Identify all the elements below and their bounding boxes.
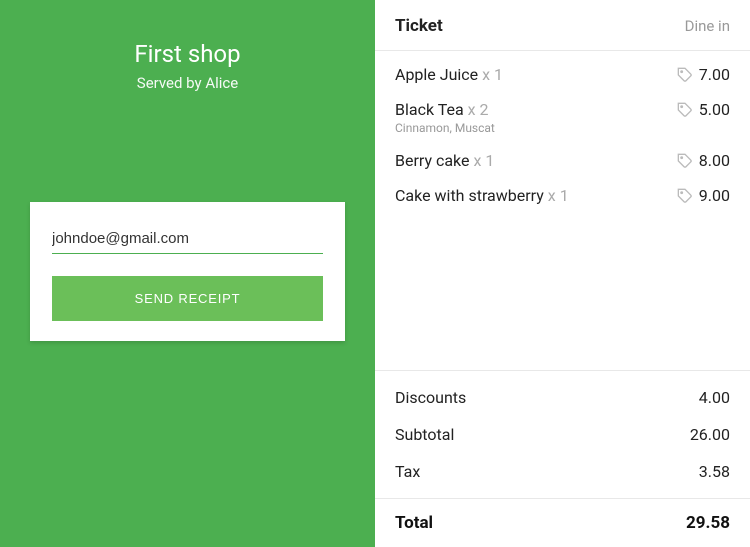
order-type: Dine in <box>685 17 730 35</box>
tax-row: Tax 3.58 <box>375 453 750 490</box>
item-name: Berry cake <box>395 151 470 170</box>
item-qty: x 1 <box>548 186 569 205</box>
receipt-panel: First shop Served by Alice SEND RECEIPT <box>0 0 375 547</box>
item-qty: x 1 <box>482 65 503 84</box>
item-qty: x 2 <box>468 100 489 119</box>
email-card: SEND RECEIPT <box>30 202 345 341</box>
item-left: Apple Juice x 1 <box>395 65 677 84</box>
item-modifiers: Cinnamon, Muscat <box>395 121 677 135</box>
send-receipt-button[interactable]: SEND RECEIPT <box>52 276 323 321</box>
total-value: 29.58 <box>686 513 730 533</box>
ticket-item[interactable]: Black Tea x 2 Cinnamon, Muscat 5.00 <box>375 92 750 143</box>
item-right: 5.00 <box>677 100 730 119</box>
item-name: Black Tea <box>395 100 464 119</box>
ticket-summary: Discounts 4.00 Subtotal 26.00 Tax 3.58 <box>375 370 750 498</box>
ticket-item[interactable]: Berry cake x 1 8.00 <box>375 143 750 178</box>
tag-icon <box>677 67 693 83</box>
tag-icon <box>677 102 693 118</box>
item-price: 5.00 <box>699 100 730 119</box>
total-label: Total <box>395 513 433 533</box>
subtotal-label: Subtotal <box>395 425 454 444</box>
item-price: 9.00 <box>699 186 730 205</box>
tag-icon <box>677 188 693 204</box>
ticket-panel: Ticket Dine in Apple Juice x 1 7.00 Black … <box>375 0 750 547</box>
item-left: Cake with strawberry x 1 <box>395 186 677 205</box>
tax-value: 3.58 <box>699 462 730 481</box>
ticket-header: Ticket Dine in <box>375 0 750 51</box>
discounts-row: Discounts 4.00 <box>375 379 750 416</box>
ticket-label: Ticket <box>395 16 443 36</box>
discounts-value: 4.00 <box>699 388 730 407</box>
discounts-label: Discounts <box>395 388 466 407</box>
item-right: 8.00 <box>677 151 730 170</box>
shop-title: First shop <box>134 40 240 68</box>
ticket-items-list: Apple Juice x 1 7.00 Black Tea x 2 Cinnamon… <box>375 51 750 370</box>
tax-label: Tax <box>395 462 420 481</box>
item-right: 7.00 <box>677 65 730 84</box>
item-price: 7.00 <box>699 65 730 84</box>
item-qty: x 1 <box>473 151 494 170</box>
ticket-item[interactable]: Cake with strawberry x 1 9.00 <box>375 178 750 213</box>
subtotal-row: Subtotal 26.00 <box>375 416 750 453</box>
item-left: Black Tea x 2 Cinnamon, Muscat <box>395 100 677 135</box>
served-by: Served by Alice <box>137 74 238 92</box>
item-name: Cake with strawberry <box>395 186 544 205</box>
item-name: Apple Juice <box>395 65 478 84</box>
total-row: Total 29.58 <box>375 498 750 547</box>
subtotal-value: 26.00 <box>690 425 730 444</box>
ticket-item[interactable]: Apple Juice x 1 7.00 <box>375 57 750 92</box>
email-input[interactable] <box>52 226 323 254</box>
tag-icon <box>677 153 693 169</box>
item-price: 8.00 <box>699 151 730 170</box>
item-right: 9.00 <box>677 186 730 205</box>
item-left: Berry cake x 1 <box>395 151 677 170</box>
